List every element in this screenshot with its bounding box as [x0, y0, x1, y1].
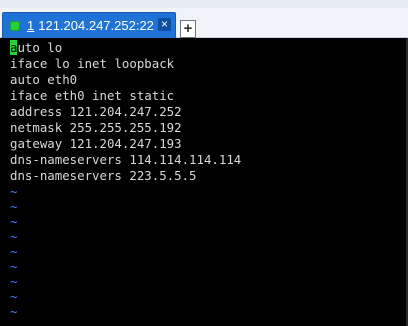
editor-line: gateway 121.204.247.193	[10, 136, 182, 151]
editor-line: dns-nameservers 114.114.114.114	[10, 152, 242, 167]
empty-line-marker: ~	[10, 214, 18, 229]
new-tab-button[interactable]: +	[180, 20, 196, 38]
empty-line-marker: ~	[10, 229, 18, 244]
window-title-strip	[0, 0, 408, 8]
connection-status-icon	[11, 21, 19, 30]
session-tab[interactable]: 1 121.204.247.252:22 ×	[2, 12, 176, 38]
tab-title: 121.204.247.252:22	[38, 18, 154, 33]
empty-line-marker: ~	[10, 244, 18, 259]
terminal-editor[interactable]: auto lo iface lo inet loopback auto eth0…	[0, 38, 408, 326]
close-tab-icon[interactable]: ×	[158, 18, 171, 31]
editor-line: auto eth0	[10, 72, 78, 87]
empty-line-marker: ~	[10, 304, 18, 319]
editor-line-1: auto lo	[10, 40, 62, 56]
empty-line-marker: ~	[10, 259, 18, 274]
tab-number: 1	[27, 18, 35, 33]
tab-bar: 1 121.204.247.252:22 × +	[0, 8, 408, 38]
empty-line-marker: ~	[10, 199, 18, 214]
editor-line: netmask 255.255.255.192	[10, 120, 182, 135]
empty-line-marker: ~	[10, 184, 18, 199]
editor-line: dns-nameservers 223.5.5.5	[10, 168, 197, 183]
empty-line-marker: ~	[10, 274, 18, 289]
empty-line-marker: ~	[10, 289, 18, 304]
editor-line: address 121.204.247.252	[10, 104, 182, 119]
editor-line-1-text: uto lo	[17, 40, 63, 55]
editor-line: iface eth0 inet static	[10, 88, 175, 103]
editor-line: iface lo inet loopback	[10, 56, 175, 71]
